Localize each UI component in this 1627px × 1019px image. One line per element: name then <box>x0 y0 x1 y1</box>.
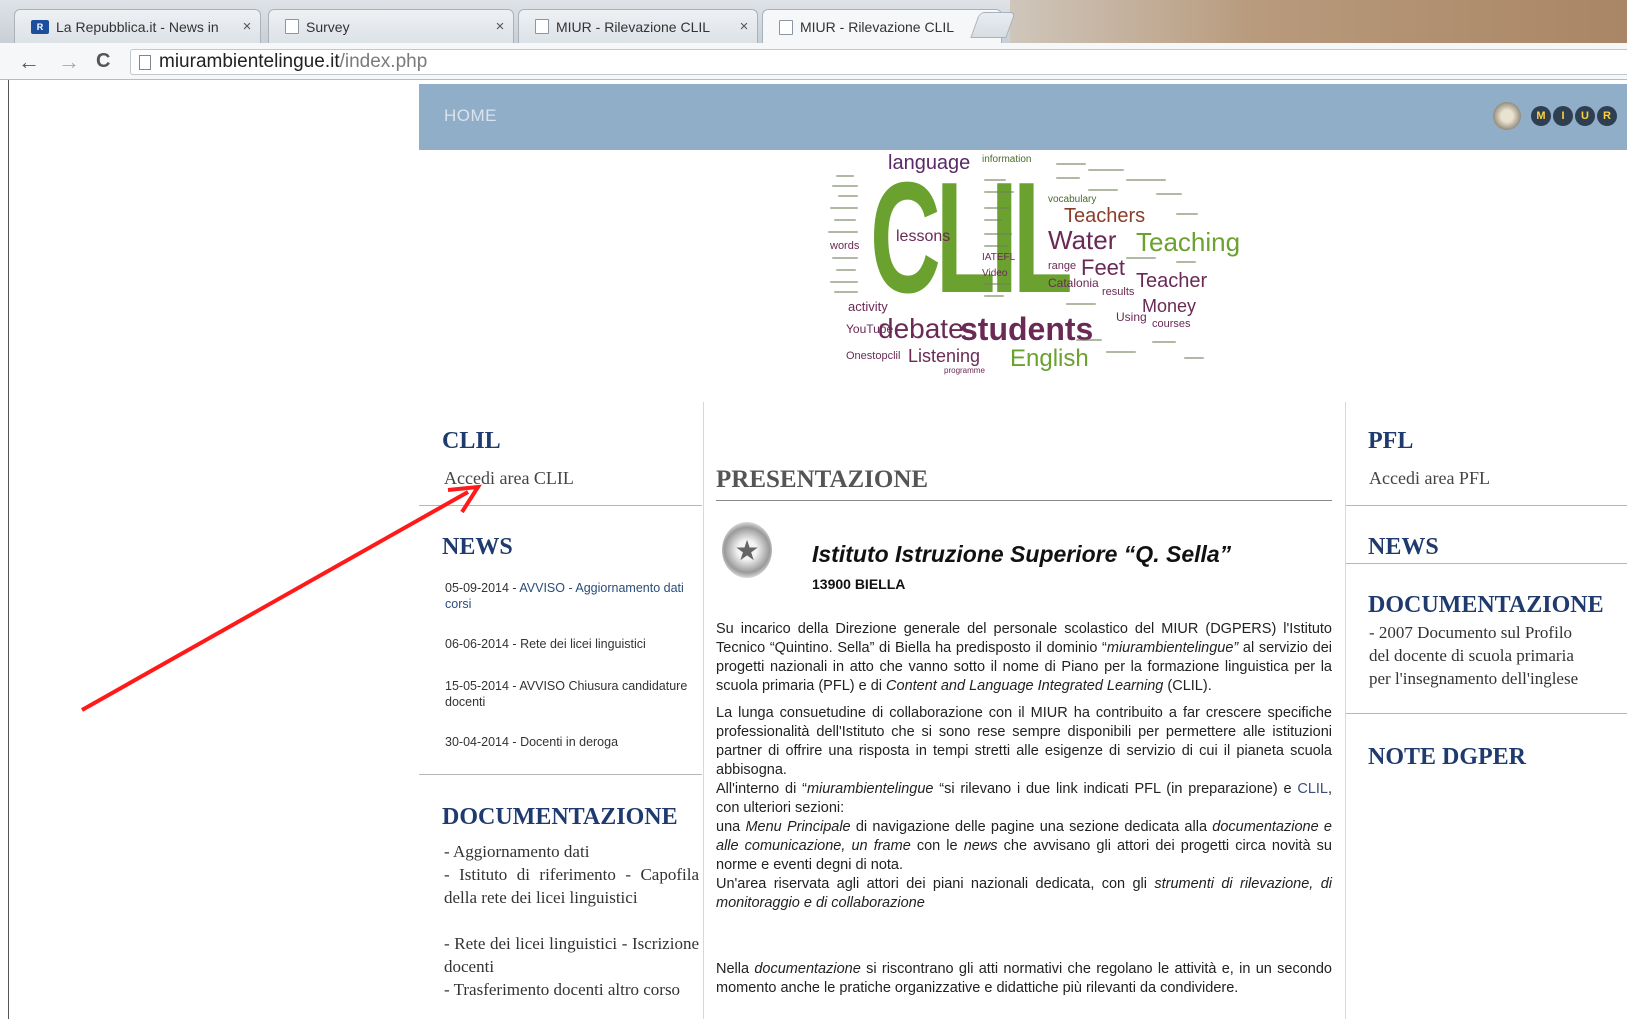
arrow-shaft <box>81 490 469 712</box>
annotation-arrow <box>81 484 482 712</box>
